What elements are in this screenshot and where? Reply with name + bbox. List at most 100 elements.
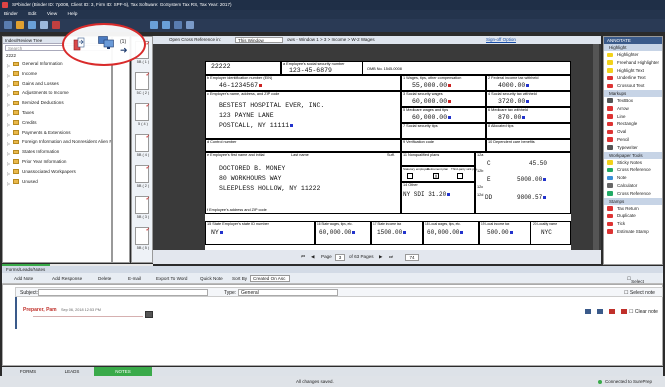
annotate-tool[interactable]: Freehand Highlighter	[604, 59, 662, 67]
export-to-word-button[interactable]: Export To Word	[156, 275, 188, 282]
menu-view[interactable]: View	[47, 12, 57, 17]
w2-checkbox-retirement[interactable]: X	[433, 173, 439, 180]
w2-box1[interactable]: 55,000.00	[412, 82, 452, 89]
save-icon[interactable]	[4, 21, 12, 29]
first-page-icon[interactable]: ⏮	[301, 250, 305, 264]
annotate-tool[interactable]: Calculator	[604, 182, 662, 190]
w2-box12d-code[interactable]: DD	[485, 194, 492, 201]
type-select[interactable]: General	[238, 289, 338, 296]
tree-item[interactable]: ▷ Itemized Deductions	[3, 98, 111, 108]
note-delete-icon[interactable]	[609, 309, 615, 314]
delete-button[interactable]: Delete	[98, 275, 111, 282]
w2-employer-line-2[interactable]: 123 PAYNE LANE	[219, 112, 274, 119]
redo-icon[interactable]	[162, 21, 170, 29]
annotate-section-header[interactable]: Workpaper Tools	[604, 151, 662, 159]
w2-ssn[interactable]: 123-45-6879	[289, 67, 332, 74]
viewer-scrollbar[interactable]	[593, 44, 599, 250]
expand-icon[interactable]: ▷	[7, 120, 10, 128]
expand-icon[interactable]: ▷	[7, 90, 10, 98]
w2-box20[interactable]: NYC	[541, 229, 552, 236]
tree-item[interactable]: ▷ Taxes	[3, 108, 111, 118]
w2-employer-line-1[interactable]: BESTEST HOSPITAL EVER, INC.	[219, 102, 324, 109]
subject-input[interactable]	[38, 289, 208, 296]
expand-icon[interactable]: ▷	[7, 169, 10, 177]
email-icon[interactable]	[174, 21, 182, 29]
page-number-input[interactable]: 3	[335, 254, 345, 261]
w2-box5[interactable]: 60,000.00	[412, 114, 452, 121]
dual-monitor-icon[interactable]	[98, 36, 114, 50]
note-item[interactable]: Preparer, Pam Sep 06, 2018 12:53 PM ☐ Cl…	[15, 297, 663, 329]
open-in-select[interactable]: This Window	[235, 37, 283, 43]
w2-ein[interactable]: 46-1234567	[219, 82, 263, 89]
w2-box12a-code[interactable]: C	[487, 160, 491, 167]
clear-note-checkbox[interactable]: ☐ Clear note	[629, 309, 658, 315]
w2-box17[interactable]: 1500.00	[377, 229, 407, 236]
settings-icon[interactable]	[186, 21, 194, 29]
annotate-section-header[interactable]: Highlight	[604, 44, 662, 51]
prev-page-icon[interactable]: ◀	[311, 250, 315, 264]
w2-checkbox-statutory[interactable]	[407, 173, 413, 179]
note-reply-icon[interactable]	[585, 309, 591, 314]
undo-icon[interactable]	[150, 21, 158, 29]
expand-icon[interactable]: ▷	[7, 179, 10, 187]
annotate-tool[interactable]: Line	[604, 113, 662, 121]
expand-icon[interactable]: ▷	[7, 159, 10, 167]
annotate-tool[interactable]: Tax Return	[604, 205, 662, 213]
tab-forms[interactable]: FORMS	[10, 367, 46, 376]
expand-icon[interactable]: ▷	[7, 130, 10, 138]
annotate-tool[interactable]: TextBox	[604, 97, 662, 105]
page-thumbnail[interactable]: ✓ 5B ( 4 )	[135, 134, 150, 157]
folder-icon[interactable]	[16, 21, 24, 29]
tree-item[interactable]: ▷ States Information	[3, 147, 111, 157]
signoff-option-link[interactable]: Sign-off Option	[486, 36, 516, 44]
email-button[interactable]: E-mail	[128, 275, 141, 282]
add-response-button[interactable]: Add Response	[52, 275, 82, 282]
expand-icon[interactable]: ▷	[7, 110, 10, 118]
w2-box12d-amount[interactable]: 9800.57	[517, 194, 547, 201]
quick-note-button[interactable]: Quick Note	[200, 275, 223, 282]
expand-icon[interactable]: ▷	[7, 139, 10, 147]
w2-box4[interactable]: 3720.00	[498, 98, 530, 105]
expand-icon[interactable]: ▷	[7, 100, 10, 108]
page-thumbnail[interactable]: ✓ 5C ( 2 )	[135, 72, 150, 95]
annotate-tool[interactable]: Highlighter	[604, 51, 662, 59]
tree-item[interactable]: ▷ Unassociated Workpapers	[3, 167, 111, 177]
note-attachment-icon[interactable]	[145, 311, 153, 318]
w2-box16[interactable]: 60,000.00	[319, 229, 356, 236]
annotate-tool[interactable]: Cross Reference	[604, 166, 662, 174]
annotate-tool[interactable]: Underline Text	[604, 74, 662, 82]
annotate-tool[interactable]: Rectangle	[604, 120, 662, 128]
annotate-tool[interactable]: Duplicate	[604, 212, 662, 220]
w2-employee-line-2[interactable]: 80 WORKHOURS WAY	[219, 175, 281, 182]
cross-reference-icon[interactable]	[73, 37, 85, 51]
annotate-tool[interactable]: Tick	[604, 220, 662, 228]
annotate-tool[interactable]: Arrow	[604, 105, 662, 113]
annotate-tool[interactable]: Typewriter	[604, 144, 662, 152]
pdf-icon[interactable]	[52, 21, 60, 29]
add-note-button[interactable]: Add Note	[14, 275, 33, 282]
w2-box2[interactable]: 4000.00	[498, 82, 530, 89]
w2-box18[interactable]: 60,000.00	[427, 229, 464, 236]
tree-item[interactable]: ▷ Income	[3, 69, 111, 79]
w2-employee-line-1[interactable]: DOCTORED B. MONEY	[219, 165, 285, 172]
tab-notes[interactable]: NOTES	[94, 367, 152, 376]
page-thumbnail[interactable]: ✓ 5B ( 2 )	[135, 165, 150, 188]
refresh-icon[interactable]	[28, 21, 36, 29]
annotate-tool[interactable]: Crossout Text	[604, 82, 662, 90]
annotate-tool[interactable]: Pencil	[604, 136, 662, 144]
w2-box12a-amount[interactable]: 45.50	[529, 160, 547, 167]
expand-icon[interactable]: ▷	[7, 71, 10, 79]
next-page-icon[interactable]: ▶	[379, 250, 383, 264]
annotate-tool[interactable]: Sticky Notes	[604, 159, 662, 167]
menu-edit[interactable]: Edit	[28, 12, 36, 17]
w2-box12b-amount[interactable]: 5000.00	[517, 176, 547, 183]
expand-icon[interactable]: ▷	[7, 81, 10, 89]
tree-item[interactable]: ▷ Prior Year Information	[3, 157, 111, 167]
tree-item[interactable]: ▷ Foreign Information and Nonresident Ali…	[3, 137, 111, 147]
w2-checkbox-thirdparty[interactable]	[457, 173, 463, 179]
page-thumbnail[interactable]: ✓ 5B ( 3 )	[135, 196, 150, 219]
zoom-select[interactable]: 74	[405, 254, 419, 261]
tree-item[interactable]: ▷ Credits	[3, 118, 111, 128]
annotate-tool[interactable]: Cross Reference	[604, 190, 662, 198]
w2-box14[interactable]: NY SDI 31.20	[403, 191, 451, 198]
